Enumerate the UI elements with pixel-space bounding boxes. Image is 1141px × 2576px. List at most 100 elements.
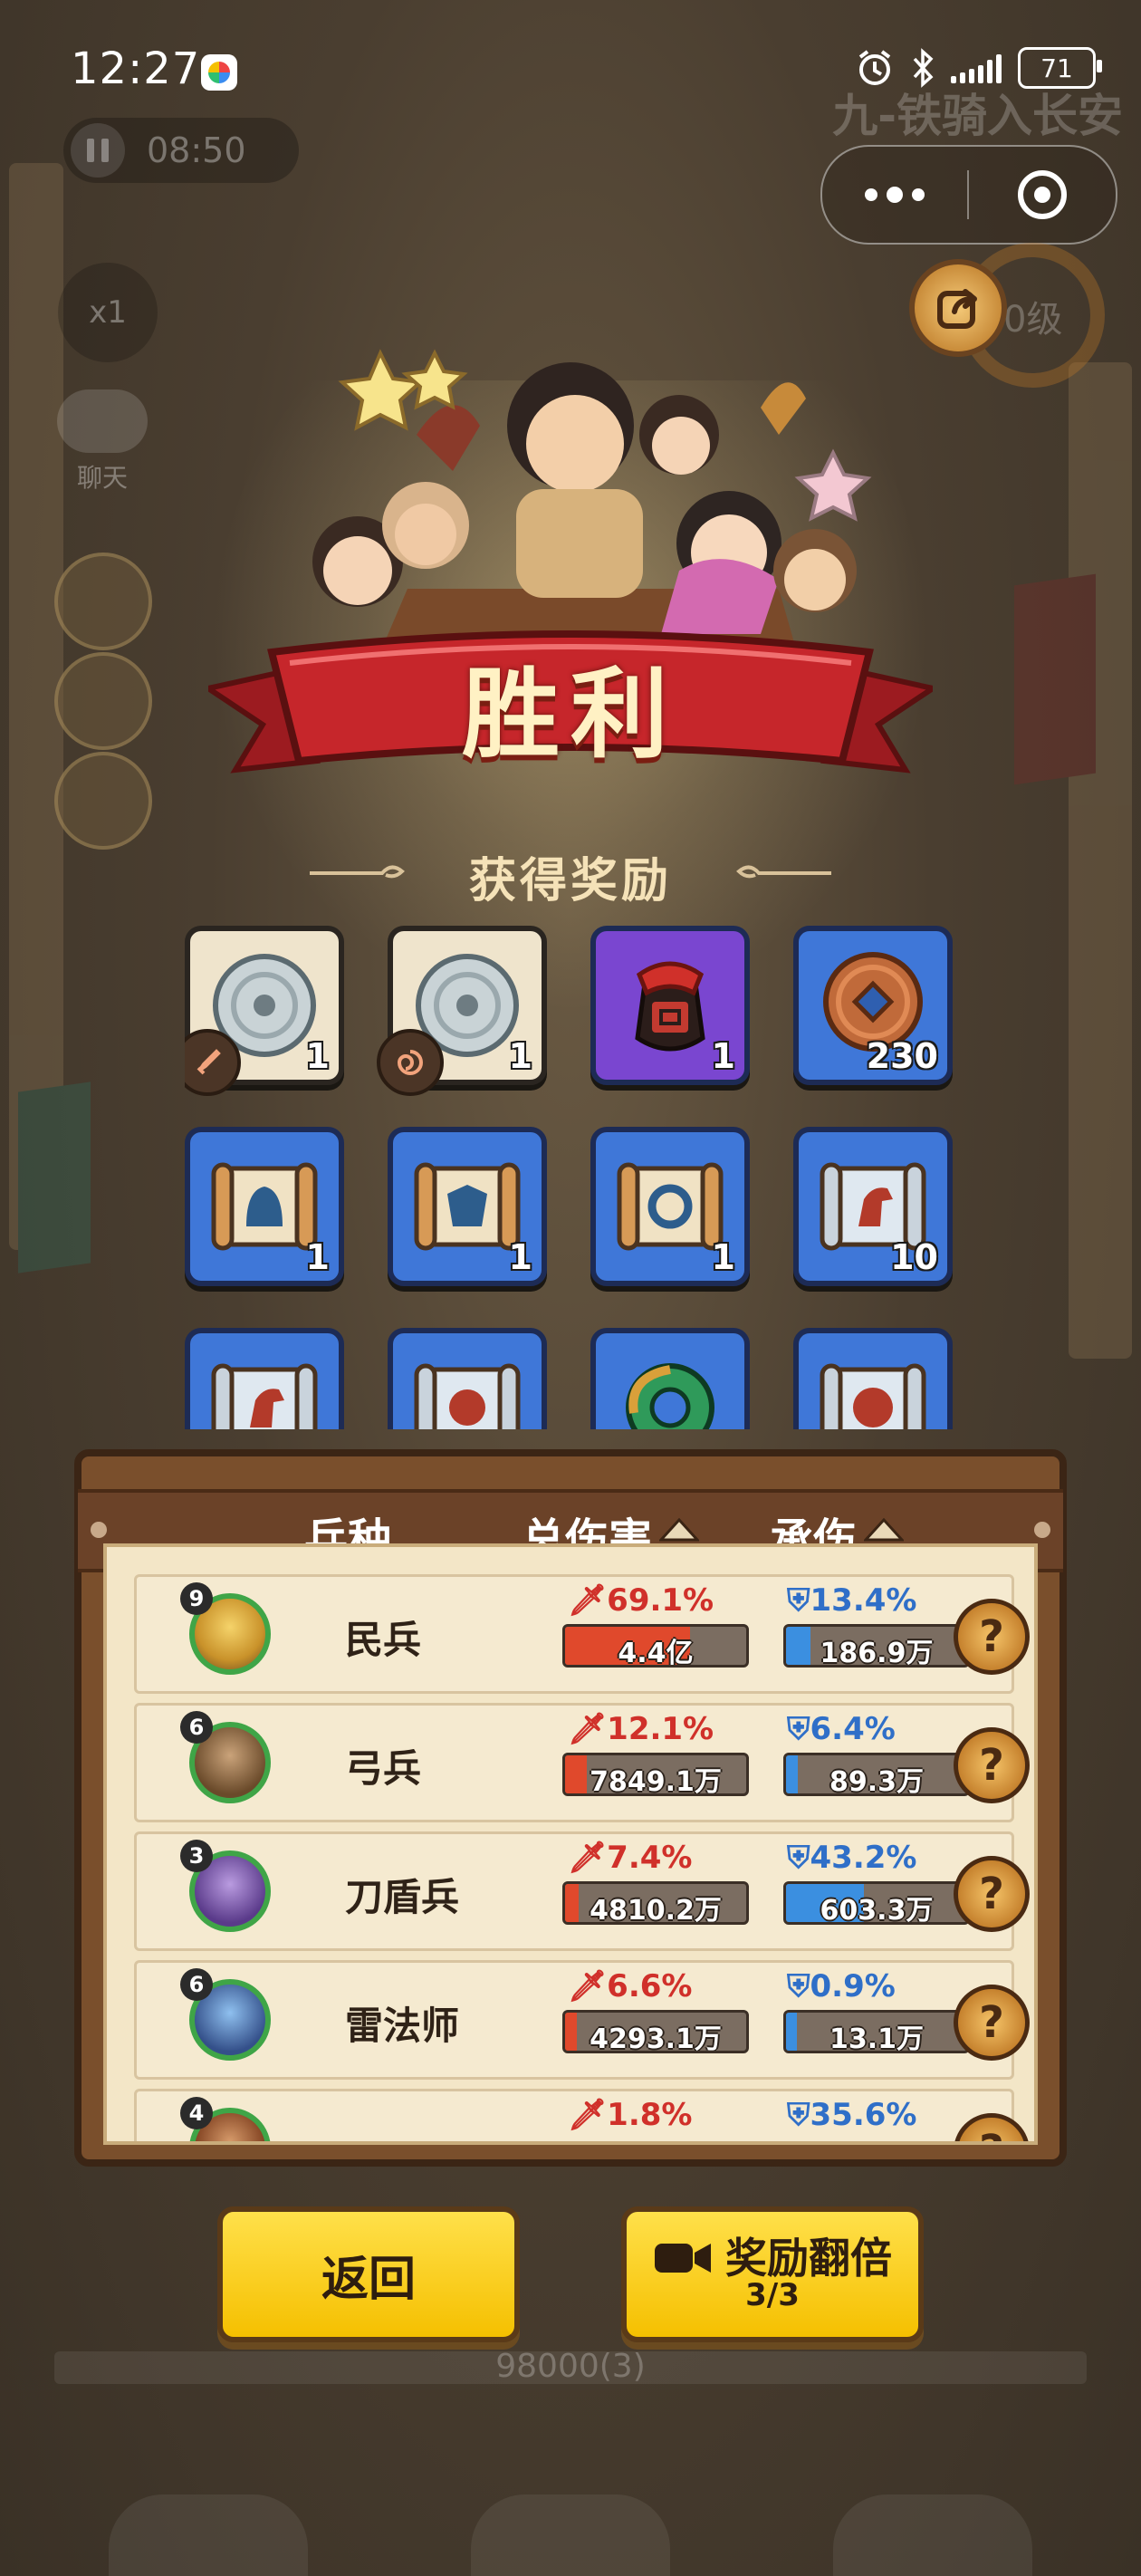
taken-bar: 13.1万: [783, 2010, 970, 2053]
table-row: 4 🗡1.8% ⛨35.6% ?: [134, 2089, 1030, 2141]
status-time: 12:27: [71, 43, 201, 94]
sword-icon: 🗡: [568, 1711, 608, 1747]
taken-percent: ⛨6.4%: [787, 1711, 896, 1747]
signal-icon: [951, 53, 1002, 83]
battle-stats-panel: 兵种 总伤害 承伤 9 民兵 🗡69.1% 4.4亿 ⛨13.4% 186.9万…: [74, 1449, 1067, 2167]
shield-icon: ⛨: [787, 2097, 810, 2133]
shield-icon: ⛨: [787, 1582, 810, 1619]
miniprogram-capsule: [820, 145, 1117, 245]
double-reward-label: 奖励翻倍: [725, 2234, 892, 2283]
unit-level: 4: [180, 2097, 213, 2129]
reward-item[interactable]: [388, 1328, 547, 1429]
progress-text: 98000(3): [495, 2348, 646, 2385]
unit-level: 9: [180, 1582, 213, 1615]
shield-icon: ⛨: [787, 1840, 810, 1876]
stats-list[interactable]: 9 民兵 🗡69.1% 4.4亿 ⛨13.4% 186.9万 ? 6 弓兵 🗡1…: [103, 1543, 1038, 2145]
unit-name: 弓兵: [345, 1746, 422, 1791]
reward-count: 1: [508, 1036, 532, 1076]
damage-percent: 🗡12.1%: [568, 1711, 714, 1747]
swirl-icon: [377, 1029, 444, 1096]
battle-timer[interactable]: 08:50: [63, 118, 299, 183]
damage-percent: 🗡69.1%: [568, 1582, 714, 1619]
reward-grid[interactable]: 1 1 1 230 1 1 1 10: [185, 926, 954, 1429]
shield-icon: ⛨: [787, 1711, 810, 1747]
chat-button[interactable]: 聊天: [53, 389, 152, 498]
damage-bar: 4293.1万: [562, 2010, 749, 2053]
damage-percent: 🗡1.8%: [568, 2097, 693, 2133]
reward-count: 10: [890, 1237, 938, 1277]
reward-item[interactable]: 10: [793, 1127, 953, 1286]
reward-count: 1: [711, 1237, 735, 1277]
chat-icon: [57, 389, 148, 453]
shield-icon: ⛨: [787, 1968, 810, 2004]
unit-info-button[interactable]: ?: [954, 1985, 1030, 2061]
more-options-icon[interactable]: [822, 147, 967, 243]
reward-header: 获得奖励: [0, 842, 1141, 910]
damage-percent: 🗡7.4%: [568, 1840, 693, 1876]
reward-item[interactable]: [185, 1328, 344, 1429]
taken-bar: 89.3万: [783, 1753, 970, 1796]
victory-title: 胜利: [461, 658, 679, 772]
back-button[interactable]: 返回: [217, 2206, 520, 2342]
sword-icon: 🗡: [568, 1840, 608, 1876]
scroll-swirl-icon: [414, 1363, 521, 1429]
taken-percent: ⛨43.2%: [787, 1840, 917, 1876]
sword-icon: 🗡: [568, 1968, 608, 2004]
unit-level: 6: [180, 1968, 213, 2001]
taken-bar: 186.9万: [783, 1624, 970, 1668]
level-label: 0级: [1003, 299, 1063, 341]
reward-item[interactable]: 1: [185, 1127, 344, 1286]
taken-percent: ⛨0.9%: [787, 1968, 896, 2004]
unit-info-button[interactable]: ?: [954, 2113, 1030, 2141]
double-reward-button[interactable]: 奖励翻倍 3/3: [621, 2206, 924, 2342]
reward-item[interactable]: 1: [590, 1127, 750, 1286]
reward-count: 1: [508, 1237, 532, 1277]
unit-name: 刀盾兵: [345, 1875, 460, 1919]
victory-characters-illustration: [312, 349, 872, 652]
jade-ring-icon: [626, 1363, 714, 1429]
unit-level: 3: [180, 1840, 213, 1872]
reward-item[interactable]: [793, 1328, 953, 1429]
damage-bar: 4810.2万: [562, 1881, 749, 1925]
reward-count: 1: [305, 1036, 330, 1076]
video-camera-icon: [655, 2244, 711, 2273]
speed-button[interactable]: x1: [58, 263, 158, 362]
reward-item[interactable]: 230: [793, 926, 953, 1085]
share-icon: [937, 289, 977, 329]
reward-item[interactable]: 1: [590, 926, 750, 1085]
sword-icon: 🗡: [568, 2097, 608, 2133]
double-reward-count: 3/3: [745, 2277, 800, 2314]
unit-name: 雷法师: [345, 2004, 460, 2048]
unit-info-button[interactable]: ?: [954, 1599, 1030, 1675]
scroll-tiger-icon: [820, 1363, 926, 1429]
pause-icon[interactable]: [71, 123, 125, 178]
cloud-ornament-icon: [310, 865, 405, 879]
table-row: 6 弓兵 🗡12.1% 7849.1万 ⛨6.4% 89.3万 ?: [134, 1703, 1030, 1822]
table-row: 3 刀盾兵 🗡7.4% 4810.2万 ⛨43.2% 603.3万 ?: [134, 1831, 1030, 1951]
reward-item[interactable]: [590, 1328, 750, 1429]
app-notification-icon: [201, 54, 237, 91]
taken-bar: 603.3万: [783, 1881, 970, 1925]
table-row: 6 雷法师 🗡6.6% 4293.1万 ⛨0.9% 13.1万 ?: [134, 1960, 1030, 2080]
reward-count: 1: [711, 1036, 735, 1076]
unit-level: 6: [180, 1711, 213, 1744]
reward-item[interactable]: 1: [388, 1127, 547, 1286]
table-row: 9 民兵 🗡69.1% 4.4亿 ⛨13.4% 186.9万 ?: [134, 1574, 1030, 1694]
sword-icon: 🗡: [568, 1582, 608, 1619]
damage-bar: 7849.1万: [562, 1753, 749, 1796]
chat-label: 聊天: [76, 463, 128, 493]
unit-info-button[interactable]: ?: [954, 1727, 1030, 1803]
unit-info-button[interactable]: ?: [954, 1856, 1030, 1932]
reward-item[interactable]: 1: [185, 926, 344, 1096]
scroll-horse-red-icon: [211, 1363, 318, 1429]
reward-item[interactable]: 1: [377, 926, 547, 1096]
taken-percent: ⛨13.4%: [787, 1582, 917, 1619]
damage-percent: 🗡6.6%: [568, 1968, 693, 2004]
damage-bar: 4.4亿: [562, 1624, 749, 1668]
reward-count: 1: [305, 1237, 330, 1277]
close-miniprogram-icon[interactable]: [969, 170, 1116, 219]
reward-title: 获得奖励: [468, 854, 672, 908]
stage-title: 九-铁骑入长安: [832, 90, 1123, 142]
share-button[interactable]: [909, 259, 1007, 357]
taken-percent: ⛨35.6%: [787, 2097, 917, 2133]
